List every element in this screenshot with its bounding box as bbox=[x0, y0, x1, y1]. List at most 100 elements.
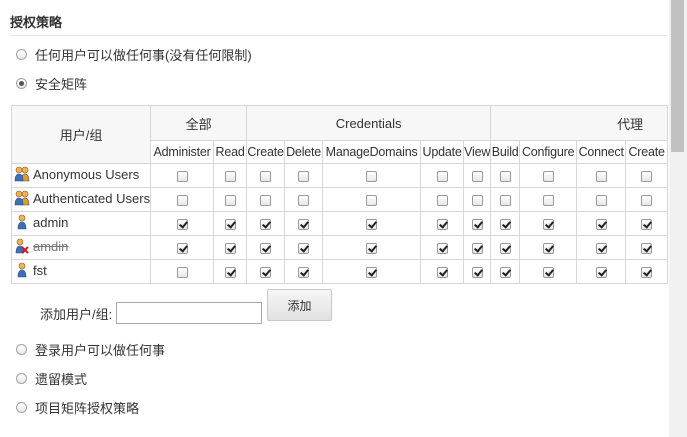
permission-cell bbox=[150, 187, 215, 212]
permission-checkbox[interactable] bbox=[260, 219, 272, 231]
user-group-header: 用户/组 bbox=[10, 105, 152, 164]
permission-checkbox[interactable] bbox=[436, 195, 448, 207]
permission-checkbox[interactable] bbox=[471, 195, 483, 207]
strategy-legacy-option[interactable]: 遗留模式 bbox=[16, 369, 87, 387]
group-header-overall: 全部 bbox=[150, 105, 248, 141]
permission-checkbox[interactable] bbox=[366, 195, 378, 207]
permission-checkbox[interactable] bbox=[499, 219, 511, 231]
permission-checkbox[interactable] bbox=[224, 267, 236, 279]
permission-checkbox[interactable] bbox=[260, 267, 272, 279]
permission-checkbox[interactable] bbox=[298, 243, 310, 255]
group-header-agent: 代理 bbox=[490, 105, 669, 141]
radio-legacy[interactable] bbox=[16, 372, 27, 384]
permission-checkbox[interactable] bbox=[298, 195, 310, 207]
permission-checkbox[interactable] bbox=[366, 267, 378, 279]
permission-checkbox[interactable] bbox=[176, 267, 188, 279]
user-entry: Anonymous Users bbox=[14, 166, 139, 182]
permission-checkbox[interactable] bbox=[641, 195, 653, 207]
permission-cell bbox=[625, 187, 669, 212]
permission-checkbox[interactable] bbox=[224, 195, 236, 207]
permission-checkbox[interactable] bbox=[224, 219, 236, 231]
permission-cell bbox=[519, 235, 578, 260]
permission-checkbox[interactable] bbox=[595, 219, 607, 231]
user-entry: fst bbox=[14, 262, 47, 278]
permission-checkbox[interactable] bbox=[641, 267, 653, 279]
permission-checkbox[interactable] bbox=[471, 219, 483, 231]
permission-cell bbox=[420, 163, 465, 188]
scrollbar-thumb[interactable] bbox=[671, 0, 684, 152]
user-name: amdin bbox=[33, 238, 69, 254]
permission-checkbox[interactable] bbox=[260, 195, 272, 207]
table-row: Anonymous Users bbox=[10, 163, 669, 188]
permission-cell bbox=[420, 259, 465, 284]
permission-checkbox[interactable] bbox=[366, 171, 378, 183]
user-cell: admin bbox=[10, 211, 152, 236]
column-header: Read bbox=[213, 140, 248, 164]
add-user-button[interactable]: 添加 bbox=[267, 289, 332, 321]
permission-checkbox[interactable] bbox=[542, 219, 554, 231]
user-entry: Authenticated Users bbox=[14, 190, 150, 206]
permission-cell bbox=[625, 259, 669, 284]
permission-checkbox[interactable] bbox=[436, 267, 448, 279]
column-header: View bbox=[463, 140, 492, 164]
permission-checkbox[interactable] bbox=[641, 243, 653, 255]
permission-checkbox[interactable] bbox=[298, 267, 310, 279]
permission-cell bbox=[576, 235, 627, 260]
user-name: Anonymous Users bbox=[33, 166, 140, 182]
permission-checkbox[interactable] bbox=[542, 171, 554, 183]
permission-checkbox[interactable] bbox=[471, 243, 483, 255]
permission-checkbox[interactable] bbox=[499, 195, 511, 207]
strategy-project-matrix-option[interactable]: 项目矩阵授权策略 bbox=[16, 398, 139, 416]
permission-cell bbox=[490, 235, 521, 260]
permission-checkbox[interactable] bbox=[595, 195, 607, 207]
radio-logged-in[interactable] bbox=[16, 343, 27, 355]
permission-checkbox[interactable] bbox=[260, 243, 272, 255]
permission-checkbox[interactable] bbox=[176, 195, 188, 207]
user-cell: Authenticated Users bbox=[10, 187, 152, 212]
permission-checkbox[interactable] bbox=[224, 171, 236, 183]
permission-checkbox[interactable] bbox=[641, 171, 653, 183]
permission-checkbox[interactable] bbox=[542, 195, 554, 207]
permission-checkbox[interactable] bbox=[260, 171, 272, 183]
strategy-legacy-label: 遗留模式 bbox=[35, 371, 88, 387]
permission-checkbox[interactable] bbox=[471, 267, 483, 279]
permission-cell bbox=[213, 235, 248, 260]
permission-cell bbox=[284, 235, 324, 260]
user-name: Authenticated Users bbox=[33, 190, 151, 206]
permission-checkbox[interactable] bbox=[298, 219, 310, 231]
permission-checkbox[interactable] bbox=[499, 267, 511, 279]
permission-checkbox[interactable] bbox=[595, 243, 607, 255]
radio-anyone[interactable] bbox=[16, 48, 27, 60]
permission-checkbox[interactable] bbox=[436, 219, 448, 231]
permission-checkbox[interactable] bbox=[595, 267, 607, 279]
permission-checkbox[interactable] bbox=[176, 243, 188, 255]
permission-checkbox[interactable] bbox=[641, 219, 653, 231]
permission-checkbox[interactable] bbox=[176, 219, 188, 231]
permission-cell bbox=[213, 259, 248, 284]
permission-checkbox[interactable] bbox=[436, 243, 448, 255]
column-header: Administer bbox=[150, 140, 215, 164]
permission-checkbox[interactable] bbox=[542, 243, 554, 255]
strategy-logged-in-option[interactable]: 登录用户可以做任何事 bbox=[16, 340, 165, 358]
permission-cell bbox=[490, 187, 521, 212]
column-header: Update bbox=[420, 140, 465, 164]
add-user-input[interactable] bbox=[116, 302, 262, 324]
strategy-matrix-option[interactable]: 安全矩阵 bbox=[16, 74, 87, 92]
permission-cell bbox=[150, 259, 215, 284]
permission-cell bbox=[213, 211, 248, 236]
permission-checkbox[interactable] bbox=[595, 171, 607, 183]
permission-cell bbox=[625, 211, 669, 236]
permission-checkbox[interactable] bbox=[471, 171, 483, 183]
permission-checkbox[interactable] bbox=[366, 243, 378, 255]
permission-checkbox[interactable] bbox=[499, 243, 511, 255]
permission-checkbox[interactable] bbox=[176, 171, 188, 183]
strategy-anyone-option[interactable]: 任何用户可以做任何事(没有任何限制) bbox=[16, 45, 252, 63]
permission-checkbox[interactable] bbox=[224, 243, 236, 255]
radio-project-matrix[interactable] bbox=[16, 401, 27, 413]
radio-matrix[interactable] bbox=[16, 77, 27, 89]
permission-checkbox[interactable] bbox=[436, 171, 448, 183]
permission-checkbox[interactable] bbox=[499, 171, 511, 183]
permission-checkbox[interactable] bbox=[298, 171, 310, 183]
permission-checkbox[interactable] bbox=[366, 219, 378, 231]
permission-checkbox[interactable] bbox=[542, 267, 554, 279]
